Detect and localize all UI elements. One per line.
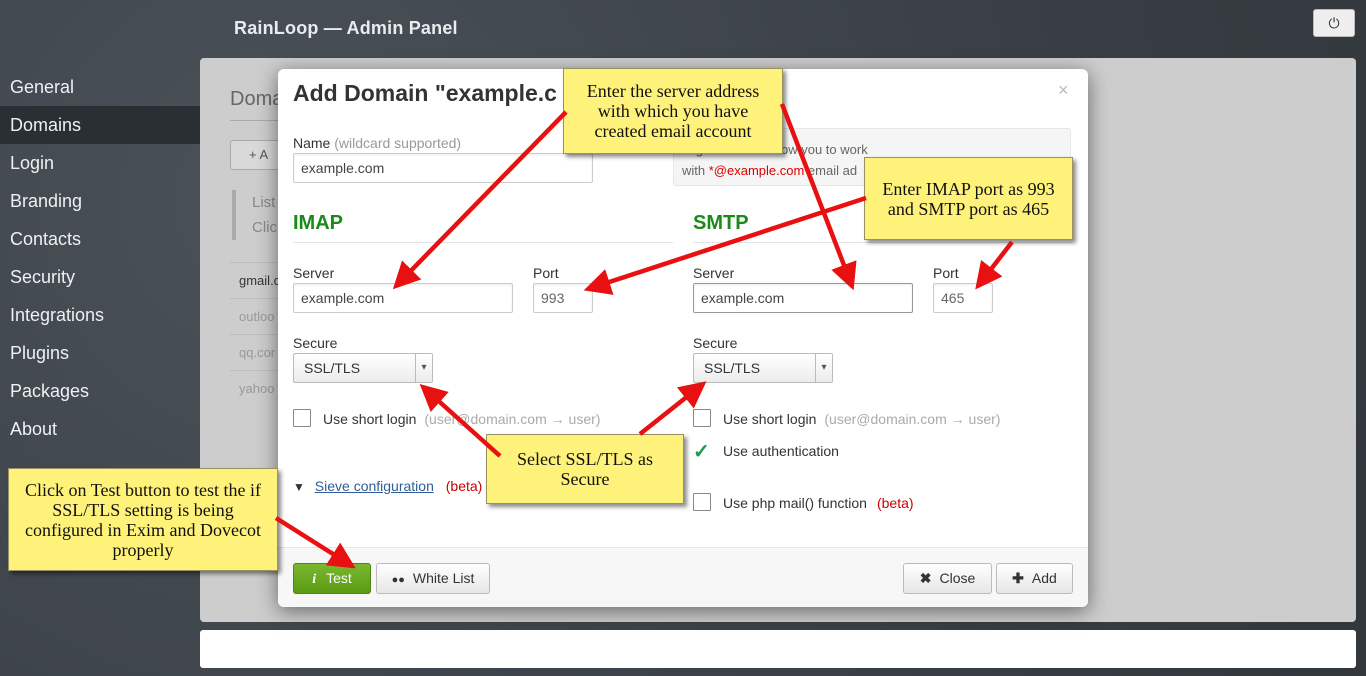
sidebar-item-branding[interactable]: Branding <box>0 182 200 220</box>
php-mail-beta: (beta) <box>876 495 914 511</box>
modal-title: Add Domain "example.c <box>293 80 557 106</box>
smtp-secure-select[interactable]: SSL/TLS ▾ <box>693 353 833 383</box>
close-icon[interactable]: × <box>1058 80 1069 101</box>
imap-heading: IMAP <box>293 212 343 234</box>
imap-server-input[interactable]: example.com <box>293 283 513 313</box>
power-button[interactable]: ⏻ <box>1313 9 1355 37</box>
chevron-down-icon: ▾ <box>415 354 432 382</box>
note-text: with <box>682 163 709 178</box>
info-block: List Clic <box>232 190 277 240</box>
test-button-label: Test <box>326 570 352 586</box>
imap-short-login-checkbox[interactable] <box>293 409 311 427</box>
white-list-button-label: White List <box>412 570 475 586</box>
smtp-secure-value: SSL/TLS <box>704 360 761 376</box>
page-title: Doma <box>230 88 284 110</box>
users-icon: ●● <box>391 574 405 586</box>
sidebar-item-plugins[interactable]: Plugins <box>0 334 200 372</box>
sieve-configuration-link[interactable]: Sieve configuration <box>315 478 434 494</box>
sidebar-item-packages[interactable]: Packages <box>0 372 200 410</box>
smtp-short-login-checkbox[interactable] <box>693 409 711 427</box>
note-domain: *@example.com <box>708 163 805 178</box>
test-button[interactable]: i Test <box>293 563 371 594</box>
white-list-button[interactable]: ●● White List <box>376 563 490 594</box>
option-text: Use short login <box>723 411 817 427</box>
name-input[interactable]: example.com <box>293 153 593 183</box>
sidebar-item-about[interactable]: About <box>0 410 200 448</box>
close-button[interactable]: ✖ Close <box>903 563 992 594</box>
imap-server-label: Server <box>293 265 335 281</box>
sidebar: General Domains Login Branding Contacts … <box>0 68 200 448</box>
smtp-port-input[interactable]: 465 <box>933 283 993 313</box>
sidebar-item-security[interactable]: Security <box>0 258 200 296</box>
note-text: email ad <box>804 163 858 178</box>
imap-port-label: Port <box>533 265 559 281</box>
smtp-port-label: Port <box>933 265 959 281</box>
divider <box>693 242 1073 243</box>
option-hint: (user@domain.com → user) <box>824 411 1001 427</box>
sidebar-item-contacts[interactable]: Contacts <box>0 220 200 258</box>
sidebar-item-integrations[interactable]: Integrations <box>0 296 200 334</box>
option-text: Use short login <box>323 411 417 427</box>
info-line: Clic <box>252 219 277 236</box>
check-icon[interactable]: ✓ <box>693 439 710 464</box>
chevron-down-icon: ▾ <box>815 354 832 382</box>
add-domain-button[interactable]: + A <box>230 140 280 170</box>
sieve-row: ▼ Sieve configuration (beta) <box>293 478 482 494</box>
smtp-server-input[interactable]: example.com <box>693 283 913 313</box>
sidebar-item-login[interactable]: Login <box>0 144 200 182</box>
add-button-label: Add <box>1031 570 1057 586</box>
name-label: Name (wildcard supported) <box>293 135 461 151</box>
close-icon: ✖ <box>919 570 932 586</box>
option-text: Use php mail() function <box>723 495 867 511</box>
add-button[interactable]: ✚ Add <box>996 563 1073 594</box>
divider <box>293 242 673 243</box>
imap-secure-value: SSL/TLS <box>304 360 361 376</box>
plus-icon: ✚ <box>1012 570 1024 586</box>
close-button-label: Close <box>939 570 976 586</box>
info-line: List <box>252 194 276 211</box>
smtp-auth-label: Use authentication <box>723 443 839 459</box>
smtp-php-mail-checkbox[interactable] <box>693 493 711 511</box>
smtp-short-login-label: Use short login (user@domain.com → user) <box>723 411 1000 427</box>
smtp-server-label: Server <box>693 265 735 281</box>
callout-server: Enter the server address with which you … <box>563 68 783 154</box>
callout-secure: Select SSL/TLS as Secure <box>486 434 684 504</box>
imap-short-login-label: Use short login (user@domain.com → user) <box>323 411 600 427</box>
option-hint: (user@domain.com → user) <box>424 411 601 427</box>
filter-icon: ▼ <box>293 480 305 494</box>
imap-port-input[interactable]: 993 <box>533 283 593 313</box>
app-title: RainLoop — Admin Panel <box>234 18 458 38</box>
callout-ports: Enter IMAP port as 993 and SMTP port as … <box>864 157 1073 240</box>
callout-test: Click on Test button to test the if SSL/… <box>8 468 278 571</box>
name-hint: (wildcard supported) <box>334 135 462 151</box>
imap-secure-select[interactable]: SSL/TLS ▾ <box>293 353 433 383</box>
sidebar-item-general[interactable]: General <box>0 68 200 106</box>
power-icon: ⏻ <box>1328 14 1340 31</box>
bottom-strip <box>200 630 1356 668</box>
smtp-php-mail-label: Use php mail() function (beta) <box>723 495 914 511</box>
smtp-heading: SMTP <box>693 212 749 234</box>
imap-secure-label: Secure <box>293 335 338 351</box>
modal-footer: i Test ●● White List ✖ Close ✚ Add <box>278 547 1088 607</box>
info-icon: i <box>312 572 317 587</box>
sieve-beta: (beta) <box>445 478 483 494</box>
smtp-secure-label: Secure <box>693 335 738 351</box>
name-label-text: Name <box>293 135 331 151</box>
sidebar-item-domains[interactable]: Domains <box>0 106 200 144</box>
